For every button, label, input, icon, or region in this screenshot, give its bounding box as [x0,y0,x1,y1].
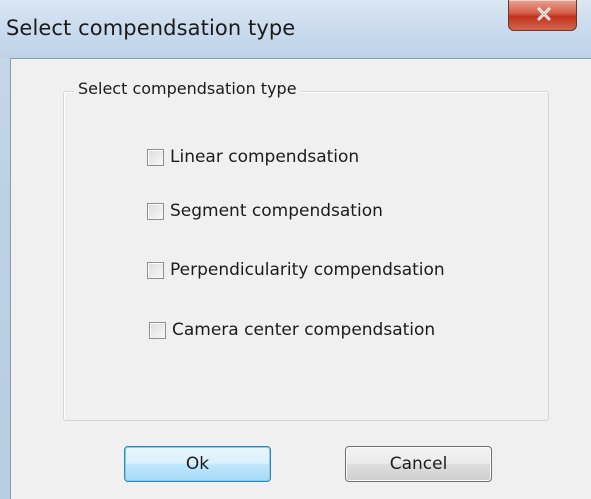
title-bar[interactable]: Select compendsation type [0,0,591,58]
dialog-client-area: Select compendsation type Linear compend… [10,58,591,499]
checkbox[interactable] [149,321,166,339]
option-camera-center-compensation[interactable]: Camera center compendsation [149,320,435,340]
window-title: Select compendsation type [6,16,296,40]
compensation-groupbox [63,91,549,421]
option-label: Perpendicularity compendsation [170,260,445,280]
option-label: Camera center compendsation [172,320,436,340]
option-linear-compensation[interactable]: Linear compendsation [147,147,359,167]
checkbox[interactable] [147,148,164,166]
checkbox[interactable] [147,261,164,279]
groupbox-label: Select compendsation type [74,79,301,98]
option-segment-compensation[interactable]: Segment compendsation [147,201,383,221]
close-button[interactable] [508,0,577,31]
cancel-button[interactable]: Cancel [345,446,492,482]
option-label: Linear compendsation [170,147,360,167]
close-icon [537,7,551,21]
ok-button[interactable]: Ok [124,446,271,482]
option-label: Segment compendsation [170,201,383,221]
dialog-window: Select compendsation type Select compend… [0,0,591,499]
option-perpendicularity-compensation[interactable]: Perpendicularity compendsation [147,260,445,280]
checkbox[interactable] [147,202,164,220]
